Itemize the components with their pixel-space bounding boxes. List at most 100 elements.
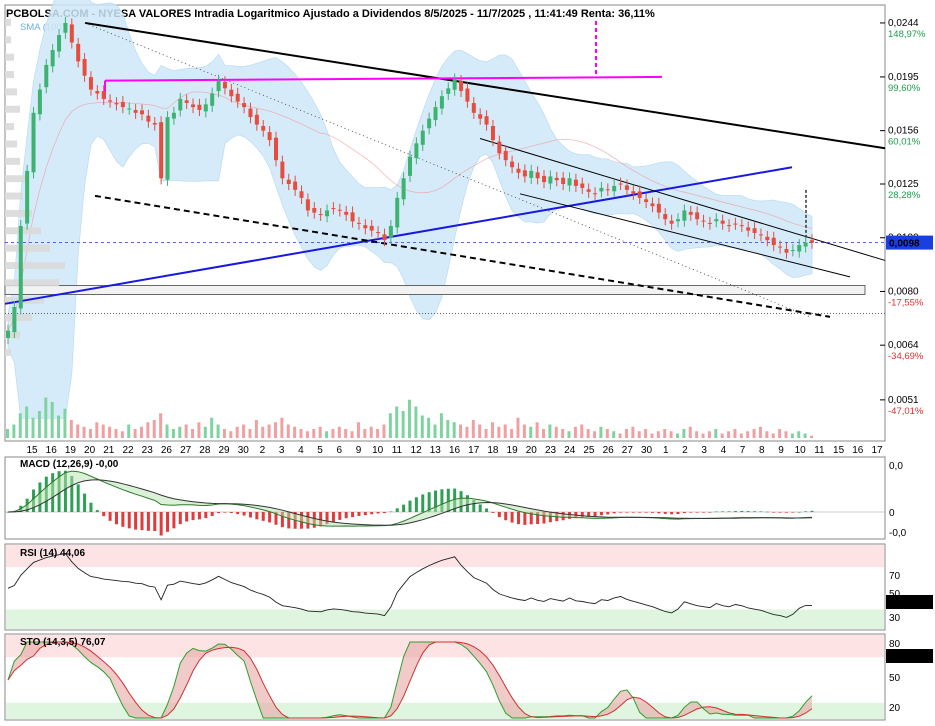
candle-body [497, 141, 502, 154]
volume-bar [203, 426, 207, 438]
volume-bar [503, 424, 507, 438]
volume-profile-bar [5, 348, 11, 356]
candle-body [682, 210, 687, 221]
price-tick-label: 0,0125 [888, 179, 919, 190]
volume-bar [50, 402, 54, 438]
candle-body [586, 189, 591, 192]
volume-bar [165, 424, 169, 438]
candle-body [76, 43, 81, 62]
macd-histogram-bar [204, 512, 208, 519]
volume-profile-bar [5, 140, 17, 148]
volume-bar [31, 417, 35, 438]
price-tick-label: 0,0195 [888, 72, 919, 83]
candle-body [286, 179, 291, 184]
macd-histogram-bar [338, 512, 342, 520]
rsi-oversold-zone [6, 609, 884, 629]
volume-bar [790, 433, 794, 438]
volume-bar [12, 424, 16, 438]
volume-bar [63, 408, 67, 438]
candle-body [727, 225, 732, 227]
candle-body [31, 112, 36, 173]
macd-histogram-bar [395, 508, 399, 512]
volume-bar [254, 420, 258, 438]
date-tick-label: 23 [545, 445, 557, 456]
stock-chart: PCBOLSA.COM - NYESA VALORES Intradia Log… [0, 0, 935, 726]
candle-body [810, 240, 814, 243]
candle-body [331, 208, 336, 210]
macd-histogram-bar [810, 510, 814, 512]
volume-bar [222, 429, 226, 438]
price-tick-label: 0,0156 [888, 126, 919, 137]
candle-body [516, 168, 521, 173]
volume-bar [446, 420, 450, 438]
volume-bar [325, 431, 329, 438]
volume-bar [344, 429, 348, 438]
volume-bar [267, 424, 271, 438]
volume-bar [191, 429, 195, 438]
macd-histogram-bar [746, 511, 750, 512]
date-tick-label: 16 [852, 445, 864, 456]
volume-bar [771, 433, 775, 438]
candle-body [127, 108, 132, 110]
volume-bar [299, 429, 303, 438]
volume-bar [235, 426, 239, 438]
candle-body [478, 114, 483, 119]
candle-body [222, 82, 227, 89]
volume-bar [286, 424, 290, 438]
candle-body [350, 212, 355, 222]
candle-body [778, 246, 783, 248]
date-tick-label: 4 [721, 445, 727, 456]
macd-histogram-bar [76, 484, 80, 512]
macd-histogram-bar [714, 511, 718, 513]
price-tick-percent: 60,01% [888, 137, 921, 148]
date-tick-label: 18 [487, 445, 499, 456]
date-tick-label: 10 [795, 445, 807, 456]
volume-bar [682, 429, 686, 438]
volume-bar [586, 429, 590, 438]
volume-bar [37, 411, 41, 438]
candle-body [490, 126, 495, 141]
date-tick-label: 11 [392, 445, 403, 456]
macd-histogram-bar [650, 512, 654, 513]
candle-body [242, 103, 247, 108]
candle-body [548, 176, 553, 184]
candle-body [203, 104, 208, 112]
price-tick-percent: -34,69% [888, 351, 924, 362]
volume-profile-bar [5, 192, 23, 200]
volume-profile-bar [5, 123, 14, 131]
date-tick-label: 9 [778, 445, 784, 456]
candle-body [312, 208, 317, 213]
candle-body [707, 222, 712, 224]
volume-bar [363, 429, 367, 438]
candle-body [229, 89, 234, 97]
date-tick-label: 24 [564, 445, 576, 456]
candle-body [771, 237, 776, 246]
candle-body [82, 58, 87, 76]
volume-bar [6, 429, 9, 438]
volume-bar [25, 406, 29, 438]
price-tick-percent: 148,97% [888, 29, 926, 40]
candle-body [37, 89, 42, 115]
volume-bar [395, 406, 399, 438]
candle-body [471, 103, 476, 113]
volume-bar [120, 431, 124, 438]
volume-bar [656, 431, 660, 438]
macd-histogram-bar [102, 512, 106, 517]
volume-bar [612, 431, 616, 438]
macd-histogram-bar [778, 512, 782, 513]
macd-histogram-bar [159, 512, 163, 536]
candle-body [554, 177, 559, 181]
date-tick-label: 12 [411, 445, 423, 456]
rsi-tick-70: 70 [889, 571, 901, 582]
volume-bar [567, 431, 571, 438]
macd-histogram-bar [644, 512, 648, 513]
candle-body [280, 161, 285, 179]
volume-bar [784, 431, 788, 438]
macd-histogram-bar [657, 512, 661, 514]
candle-body [656, 203, 661, 213]
rsi-current-value: 44,062 [889, 598, 920, 609]
volume-profile-bar [5, 157, 20, 165]
volume-bar [688, 426, 692, 438]
candle-body [12, 306, 17, 333]
macd-histogram-bar [114, 512, 118, 525]
